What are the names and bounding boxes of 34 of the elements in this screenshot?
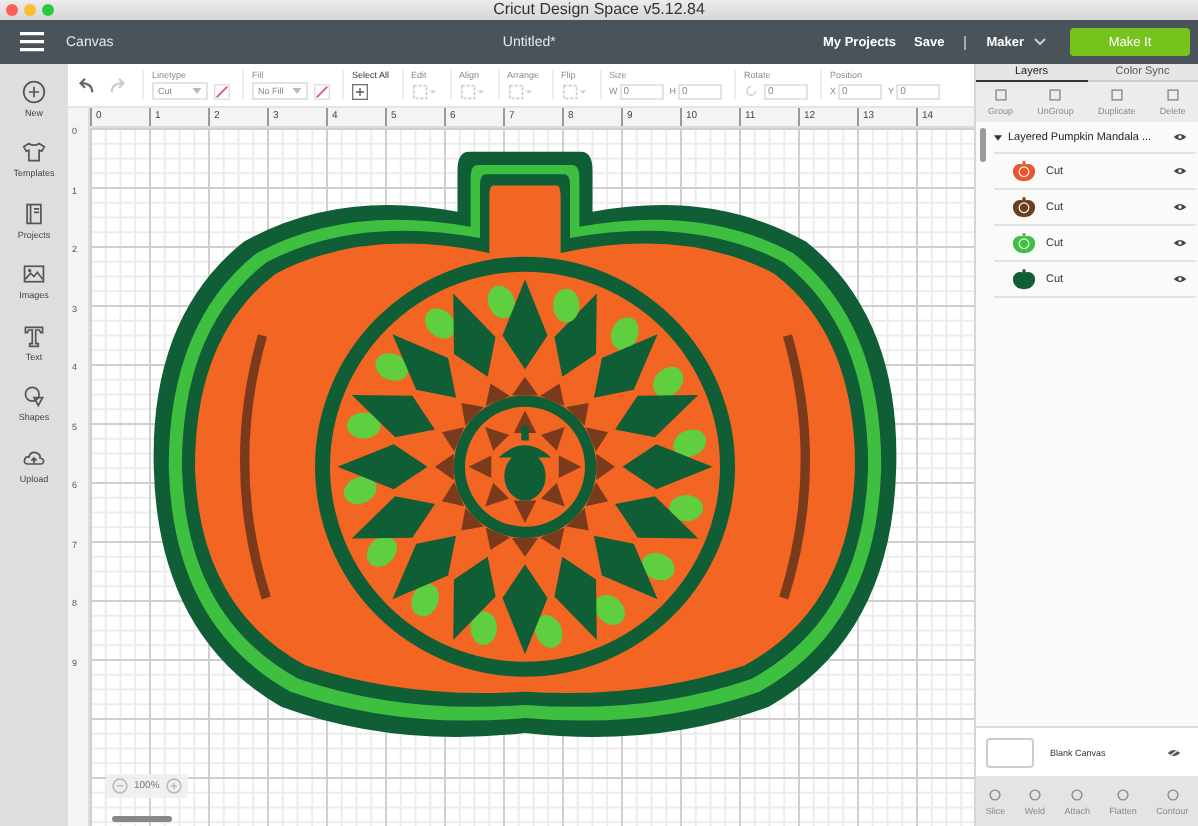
shapes-icon bbox=[24, 387, 45, 408]
cloud-upload-icon bbox=[23, 451, 45, 465]
image-icon bbox=[23, 265, 45, 284]
plus-icon bbox=[22, 80, 46, 103]
vertical-scrollbar[interactable] bbox=[980, 128, 986, 162]
menu-icon[interactable] bbox=[20, 32, 44, 52]
color-swatch-icon[interactable] bbox=[314, 83, 330, 99]
zoom-in-icon[interactable] bbox=[165, 778, 182, 794]
color-swatch-icon[interactable] bbox=[214, 83, 230, 99]
eye-icon[interactable] bbox=[1172, 166, 1188, 176]
window-title: Cricut Design Space v5.12.84 bbox=[493, 0, 707, 20]
toolbar-dropdown-icon[interactable] bbox=[507, 83, 534, 99]
rotate-icon bbox=[744, 84, 759, 98]
horizontal-scrollbar[interactable] bbox=[112, 816, 172, 822]
shirt-icon bbox=[22, 143, 46, 162]
zoom-out-icon[interactable] bbox=[112, 778, 128, 794]
undo-icon[interactable] bbox=[74, 76, 96, 94]
blank-canvas-thumbnail[interactable] bbox=[986, 737, 1034, 767]
minimize-icon[interactable] bbox=[24, 4, 36, 16]
toolbar-dropdown-icon[interactable] bbox=[411, 83, 438, 99]
close-icon[interactable] bbox=[6, 4, 18, 16]
eye-icon[interactable] bbox=[1172, 238, 1188, 248]
hidden-eye-icon[interactable] bbox=[1166, 747, 1182, 757]
text-icon bbox=[24, 326, 44, 347]
eye-icon[interactable] bbox=[1172, 132, 1188, 142]
maximize-icon[interactable] bbox=[42, 4, 54, 16]
eye-icon[interactable] bbox=[1172, 274, 1188, 284]
toolbar-dropdown-icon[interactable] bbox=[459, 83, 486, 99]
book-icon bbox=[26, 203, 42, 224]
select-all-icon[interactable] bbox=[352, 83, 368, 99]
caret-icon[interactable] bbox=[994, 133, 1002, 141]
toolbar-dropdown-icon[interactable] bbox=[561, 83, 588, 99]
eye-icon[interactable] bbox=[1172, 202, 1188, 212]
chevron-down-icon[interactable] bbox=[1034, 38, 1046, 46]
